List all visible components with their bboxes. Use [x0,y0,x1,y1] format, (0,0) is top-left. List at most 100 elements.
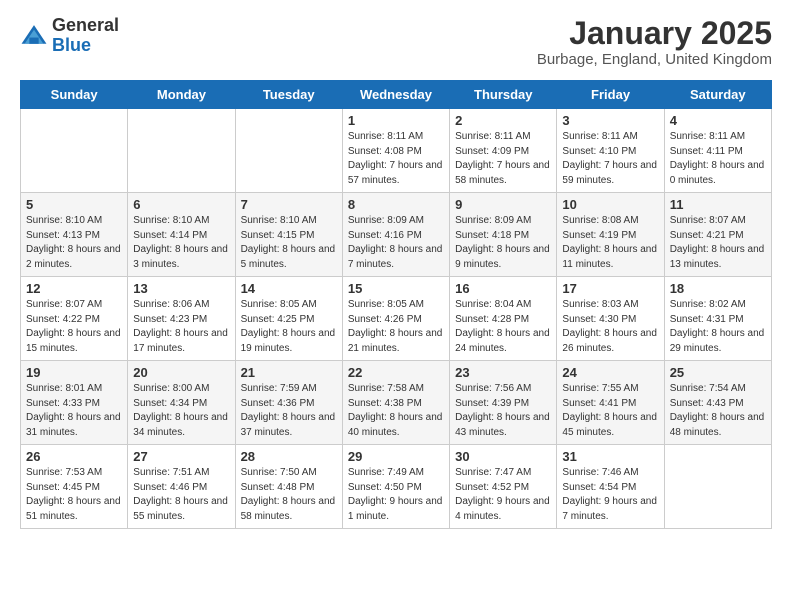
logo: General Blue [20,16,119,56]
calendar-cell: 23 Sunrise: 7:56 AM Sunset: 4:39 PM Dayli… [450,361,557,445]
day-number: 10 [562,197,658,212]
calendar-week-row: 5Sunrise: 8:10 AM Sunset: 4:13 PM Daylig… [21,193,772,277]
location: Burbage, England, United Kingdom [537,51,772,68]
calendar-cell: 28 Sunrise: 7:50 AM Sunset: 4:48 PM Dayli… [235,445,342,529]
day-number: 15 [348,281,444,296]
calendar-cell: 29Sunrise: 7:49 AM Sunset: 4:50 PM Dayli… [342,445,449,529]
calendar-cell [664,445,771,529]
logo-icon [20,22,48,50]
month-title: January 2025 [537,16,772,51]
day-number: 16 [455,281,551,296]
day-number: 2 [455,113,551,128]
day-number: 13 [133,281,229,296]
calendar-week-row: 12Sunrise: 8:07 AM Sunset: 4:22 PM Dayli… [21,277,772,361]
calendar-cell: 12Sunrise: 8:07 AM Sunset: 4:22 PM Dayli… [21,277,128,361]
calendar-cell: 14 Sunrise: 8:05 AM Sunset: 4:25 PM Dayli… [235,277,342,361]
day-number: 27 [133,449,229,464]
day-number: 30 [455,449,551,464]
day-info: Sunrise: 8:08 AM Sunset: 4:19 PM Dayligh… [562,214,658,272]
day-number: 26 [26,449,122,464]
day-info: Sunrise: 7:55 AM Sunset: 4:41 PM Dayligh… [562,382,658,440]
title-block: January 2025 Burbage, England, United Ki… [537,16,772,68]
calendar-cell: 24Sunrise: 7:55 AM Sunset: 4:41 PM Dayli… [557,361,664,445]
calendar-cell: 30 Sunrise: 7:47 AM Sunset: 4:52 PM Dayli… [450,445,557,529]
calendar-cell: 7 Sunrise: 8:10 AM Sunset: 4:15 PM Daylig… [235,193,342,277]
calendar-cell: 6 Sunrise: 8:10 AM Sunset: 4:14 PM Daylig… [128,193,235,277]
calendar-cell: 26 Sunrise: 7:53 AM Sunset: 4:45 PM Dayli… [21,445,128,529]
day-info: Sunrise: 7:50 AM Sunset: 4:48 PM Dayligh… [241,466,337,524]
day-number: 20 [133,365,229,380]
day-info: Sunrise: 8:11 AM Sunset: 4:08 PM Dayligh… [348,130,444,188]
calendar-cell: 15 Sunrise: 8:05 AM Sunset: 4:26 PM Dayli… [342,277,449,361]
day-number: 31 [562,449,658,464]
calendar-day-header: Monday [128,81,235,109]
day-number: 11 [670,197,766,212]
day-info: Sunrise: 7:47 AM Sunset: 4:52 PM Dayligh… [455,466,551,524]
day-info: Sunrise: 7:53 AM Sunset: 4:45 PM Dayligh… [26,466,122,524]
day-info: Sunrise: 8:10 AM Sunset: 4:14 PM Dayligh… [133,214,229,272]
day-number: 21 [241,365,337,380]
day-info: Sunrise: 8:06 AM Sunset: 4:23 PM Dayligh… [133,298,229,356]
page: General Blue January 2025 Burbage, Engla… [0,0,792,545]
calendar-cell: 8Sunrise: 8:09 AM Sunset: 4:16 PM Daylig… [342,193,449,277]
calendar-cell: 5Sunrise: 8:10 AM Sunset: 4:13 PM Daylig… [21,193,128,277]
calendar-week-row: 26 Sunrise: 7:53 AM Sunset: 4:45 PM Dayli… [21,445,772,529]
day-number: 17 [562,281,658,296]
calendar-table: SundayMondayTuesdayWednesdayThursdayFrid… [20,80,772,529]
day-number: 25 [670,365,766,380]
day-number: 19 [26,365,122,380]
day-info: Sunrise: 8:04 AM Sunset: 4:28 PM Dayligh… [455,298,551,356]
day-info: Sunrise: 7:54 AM Sunset: 4:43 PM Dayligh… [670,382,766,440]
logo-general-text: General [52,16,119,36]
calendar-cell: 21 Sunrise: 7:59 AM Sunset: 4:36 PM Dayli… [235,361,342,445]
day-info: Sunrise: 8:10 AM Sunset: 4:15 PM Dayligh… [241,214,337,272]
day-info: Sunrise: 8:11 AM Sunset: 4:09 PM Dayligh… [455,130,551,188]
day-number: 28 [241,449,337,464]
day-number: 7 [241,197,337,212]
day-number: 4 [670,113,766,128]
day-info: Sunrise: 8:11 AM Sunset: 4:11 PM Dayligh… [670,130,766,188]
calendar-day-header: Saturday [664,81,771,109]
day-info: Sunrise: 8:09 AM Sunset: 4:16 PM Dayligh… [348,214,444,272]
day-info: Sunrise: 8:02 AM Sunset: 4:31 PM Dayligh… [670,298,766,356]
day-info: Sunrise: 7:51 AM Sunset: 4:46 PM Dayligh… [133,466,229,524]
calendar-cell [235,109,342,193]
day-info: Sunrise: 8:05 AM Sunset: 4:25 PM Dayligh… [241,298,337,356]
day-number: 22 [348,365,444,380]
day-number: 14 [241,281,337,296]
calendar-day-header: Thursday [450,81,557,109]
day-number: 6 [133,197,229,212]
calendar-cell: 10 Sunrise: 8:08 AM Sunset: 4:19 PM Dayli… [557,193,664,277]
calendar-cell: 1 Sunrise: 8:11 AM Sunset: 4:08 PM Daylig… [342,109,449,193]
calendar-cell [21,109,128,193]
day-info: Sunrise: 8:07 AM Sunset: 4:21 PM Dayligh… [670,214,766,272]
calendar-day-header: Friday [557,81,664,109]
day-number: 1 [348,113,444,128]
calendar-cell: 25 Sunrise: 7:54 AM Sunset: 4:43 PM Dayli… [664,361,771,445]
calendar-cell: 22 Sunrise: 7:58 AM Sunset: 4:38 PM Dayli… [342,361,449,445]
day-info: Sunrise: 7:56 AM Sunset: 4:39 PM Dayligh… [455,382,551,440]
day-info: Sunrise: 8:03 AM Sunset: 4:30 PM Dayligh… [562,298,658,356]
day-number: 12 [26,281,122,296]
calendar-header-row: SundayMondayTuesdayWednesdayThursdayFrid… [21,81,772,109]
header: General Blue January 2025 Burbage, Engla… [20,16,772,68]
day-info: Sunrise: 8:00 AM Sunset: 4:34 PM Dayligh… [133,382,229,440]
calendar-cell: 31Sunrise: 7:46 AM Sunset: 4:54 PM Dayli… [557,445,664,529]
day-info: Sunrise: 8:01 AM Sunset: 4:33 PM Dayligh… [26,382,122,440]
calendar-cell [128,109,235,193]
calendar-cell: 13 Sunrise: 8:06 AM Sunset: 4:23 PM Dayli… [128,277,235,361]
day-info: Sunrise: 8:05 AM Sunset: 4:26 PM Dayligh… [348,298,444,356]
calendar-cell: 18Sunrise: 8:02 AM Sunset: 4:31 PM Dayli… [664,277,771,361]
day-number: 23 [455,365,551,380]
calendar-cell: 3Sunrise: 8:11 AM Sunset: 4:10 PM Daylig… [557,109,664,193]
day-info: Sunrise: 7:59 AM Sunset: 4:36 PM Dayligh… [241,382,337,440]
calendar-cell: 17 Sunrise: 8:03 AM Sunset: 4:30 PM Dayli… [557,277,664,361]
day-number: 29 [348,449,444,464]
day-info: Sunrise: 8:11 AM Sunset: 4:10 PM Dayligh… [562,130,658,188]
calendar-cell: 16 Sunrise: 8:04 AM Sunset: 4:28 PM Dayli… [450,277,557,361]
day-info: Sunrise: 8:09 AM Sunset: 4:18 PM Dayligh… [455,214,551,272]
logo-text: General Blue [52,16,119,56]
day-info: Sunrise: 7:58 AM Sunset: 4:38 PM Dayligh… [348,382,444,440]
calendar-day-header: Sunday [21,81,128,109]
calendar-day-header: Tuesday [235,81,342,109]
